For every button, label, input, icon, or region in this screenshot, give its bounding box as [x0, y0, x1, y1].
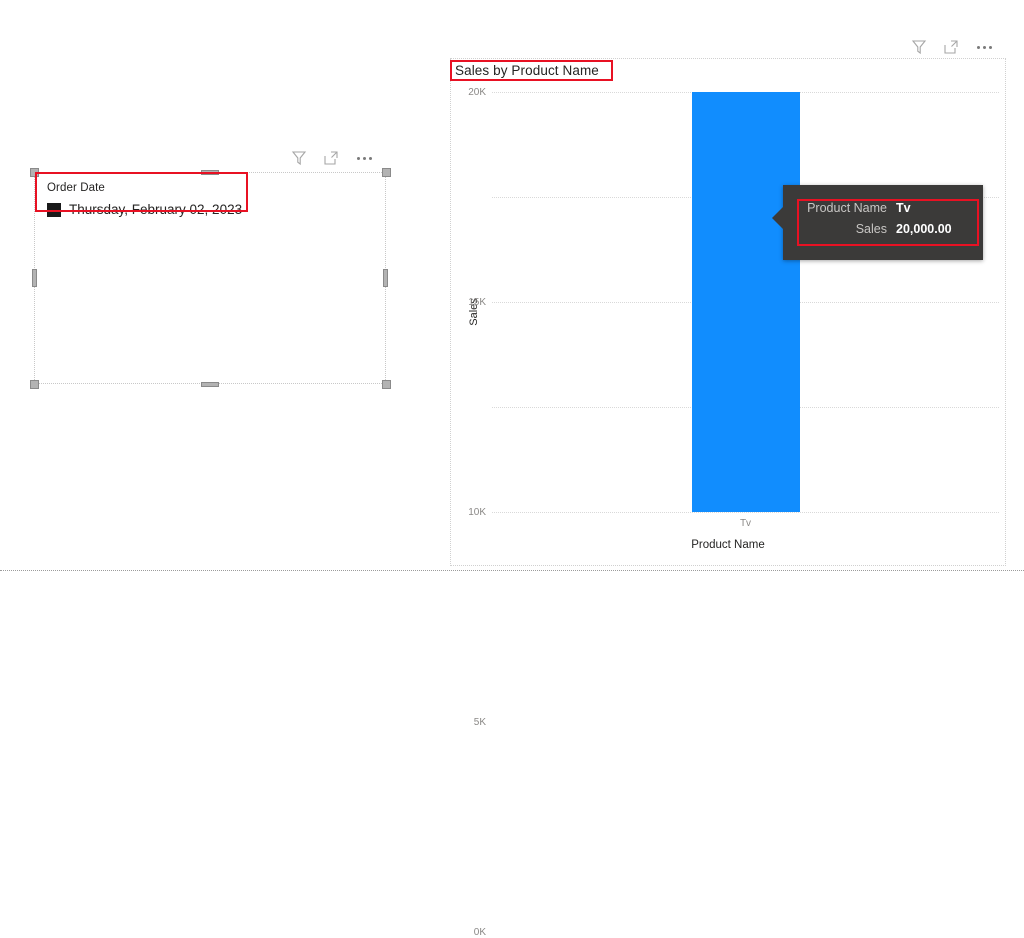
- more-options-icon[interactable]: [974, 38, 994, 56]
- bar-tv[interactable]: [691, 92, 800, 512]
- focus-mode-icon[interactable]: [322, 149, 340, 167]
- x-axis-tick-label: Tv: [739, 518, 752, 529]
- slicer-color-swatch: [47, 202, 61, 217]
- chart-header-icons: [910, 36, 1006, 58]
- resize-handle-middle-left[interactable]: [32, 269, 37, 287]
- chart-title: Sales by Product Name: [455, 63, 599, 78]
- chart-tooltip: Product Name Tv Sales 20,000.00: [772, 185, 983, 260]
- sales-by-product-name-chart-visual[interactable]: Sales by Product Name Sales 0K 5K 10K 15K 20…: [450, 58, 1006, 938]
- report-canvas-bottom-edge: [0, 570, 1024, 571]
- dot: [362, 156, 366, 160]
- resize-handle-middle-right[interactable]: [383, 269, 388, 287]
- tooltip-row: Sales 20,000.00: [797, 220, 973, 239]
- focus-mode-icon[interactable]: [942, 38, 960, 56]
- resize-handle-bottom-center[interactable]: [201, 382, 219, 387]
- tooltip-label: Sales: [855, 222, 887, 236]
- tooltip-value: Tv: [896, 201, 911, 215]
- more-options-icon[interactable]: [354, 149, 374, 167]
- tooltip-content: Product Name Tv Sales 20,000.00: [797, 199, 973, 250]
- resize-handle-bottom-left[interactable]: [30, 380, 39, 389]
- filter-icon[interactable]: [910, 38, 928, 56]
- y-axis-tick-label: 0K: [473, 927, 486, 938]
- plot-area: 0K 5K 10K 15K 20K: [468, 88, 999, 938]
- y-axis-tick-label: 10K: [468, 507, 486, 518]
- resize-handle-bottom-right[interactable]: [382, 380, 391, 389]
- resize-handle-top-left[interactable]: [30, 168, 39, 177]
- slicer-header-icons: [290, 147, 386, 169]
- y-axis-tick-label: 5K: [473, 717, 486, 728]
- dot: [976, 45, 980, 49]
- slicer-field-title: Order Date: [47, 182, 105, 194]
- slicer-body: Order Date Thursday, February 02, 2023: [35, 173, 385, 219]
- resize-handle-top-right[interactable]: [382, 168, 391, 177]
- x-axis-label: Product Name: [691, 539, 765, 551]
- slicer-selected-item[interactable]: Thursday, February 02, 2023: [47, 200, 375, 219]
- tooltip-label: Product Name: [807, 201, 887, 215]
- resize-handle-top-center[interactable]: [201, 170, 219, 175]
- y-axis-tick-label: 20K: [468, 87, 486, 98]
- tooltip-row: Product Name Tv: [797, 199, 973, 218]
- tooltip-value: 20,000.00: [896, 222, 952, 236]
- y-axis-tick-label: 15K: [468, 297, 486, 308]
- tooltip-arrow: [772, 207, 783, 229]
- dot: [982, 45, 986, 49]
- dot: [368, 156, 372, 160]
- dot: [988, 45, 992, 49]
- order-date-slicer-visual[interactable]: Order Date Thursday, February 02, 2023: [34, 172, 386, 384]
- dot: [356, 156, 360, 160]
- slicer-selected-value: Thursday, February 02, 2023: [69, 202, 243, 217]
- gridline: 0K: [474, 512, 999, 938]
- filter-icon[interactable]: [290, 149, 308, 167]
